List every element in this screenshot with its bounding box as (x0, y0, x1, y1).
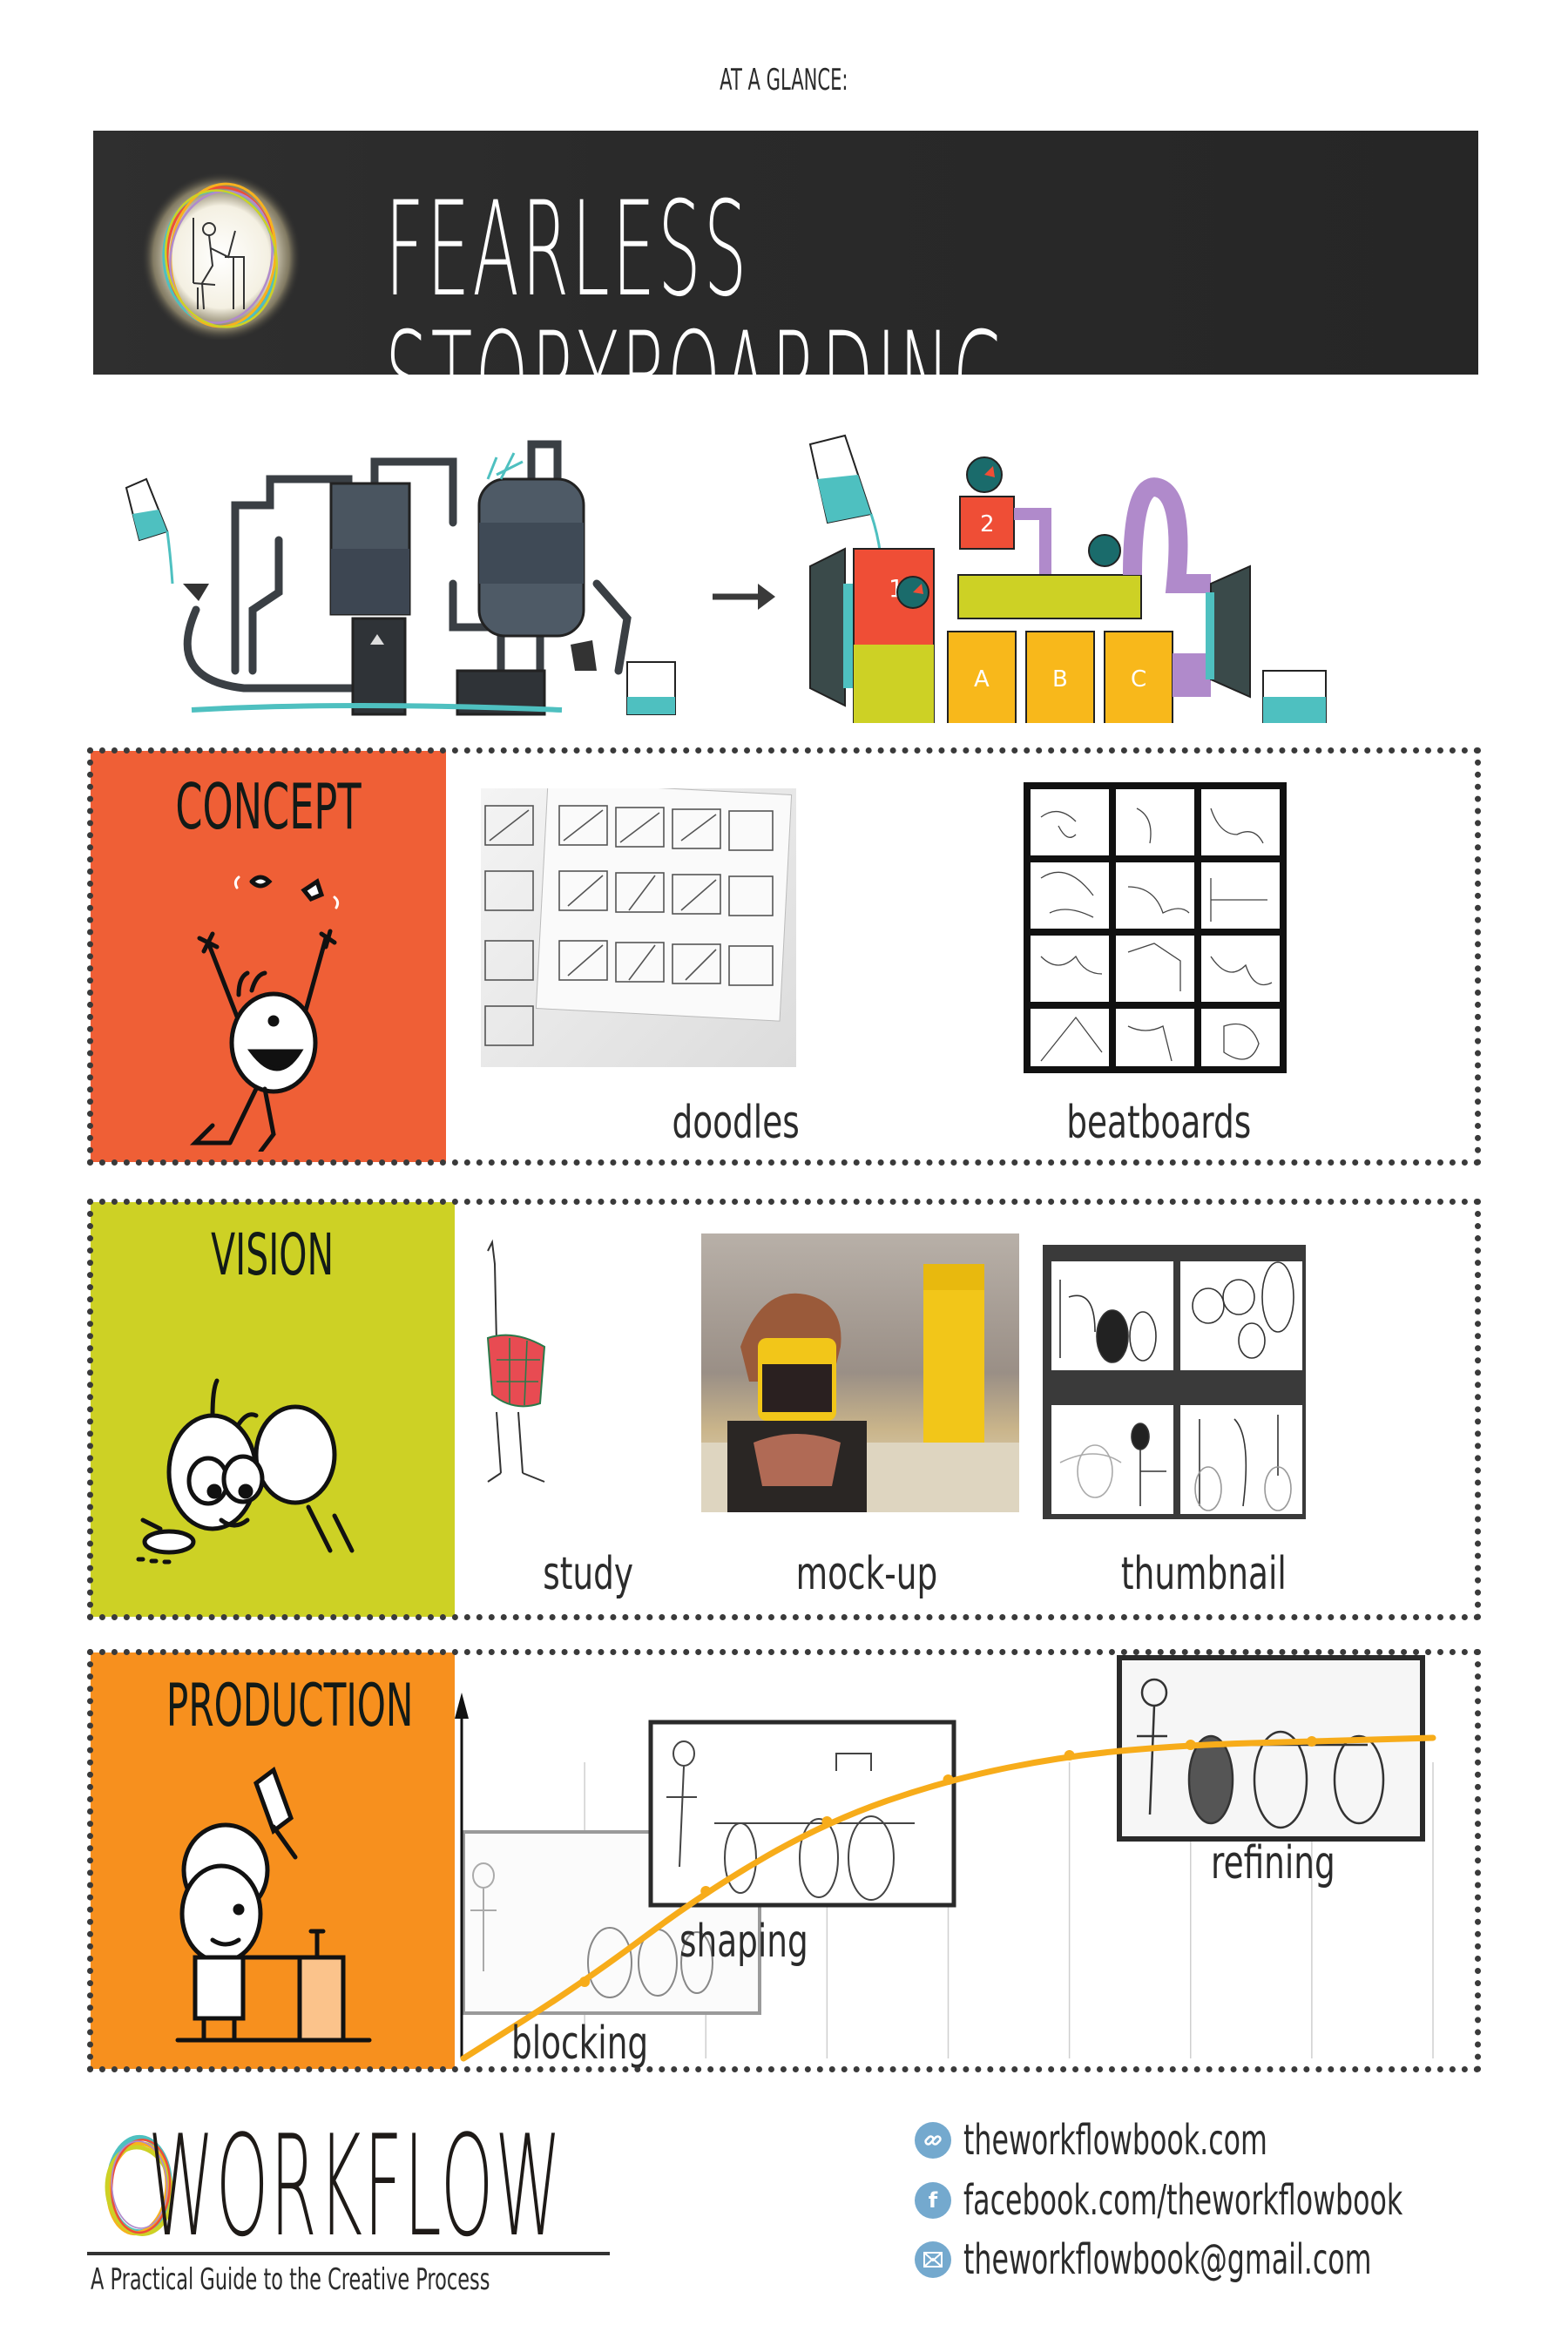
pouring-beaker-icon (808, 434, 883, 567)
stage-label-2: 2 (980, 511, 995, 537)
vision-dotted-frame (87, 1199, 1481, 1620)
website-link[interactable]: theworkflowbook.com (915, 2114, 1424, 2166)
svg-text:B: B (1052, 666, 1068, 693)
production-dotted-frame (87, 1649, 1481, 2072)
messy-machine-icon (125, 440, 676, 716)
website-text[interactable]: theworkflowbook.com (963, 2116, 1424, 2165)
facebook-icon: f (915, 2182, 951, 2219)
process-machines-illustration: 1 2 A B C (125, 434, 1327, 723)
vision-section: VISION study mock-up thumbnail (87, 1199, 1481, 1620)
production-section: PRODUCTION blocking shaping refining (87, 1649, 1481, 2072)
concept-section: CONCEPT doodles beatboards (87, 747, 1481, 1166)
bucket-icon (626, 661, 676, 715)
page-title: FEARLESS STORYBOARDING (385, 174, 1009, 456)
facebook-text[interactable]: facebook.com/theworkflowbook (963, 2176, 1568, 2225)
organized-machine-icon: 1 2 A B C (808, 434, 1327, 723)
eyebrow-heading: AT A GLANCE: (720, 63, 848, 98)
facebook-link[interactable]: f facebook.com/theworkflowbook (915, 2174, 1568, 2227)
arrow-right-icon (713, 584, 775, 610)
concept-dotted-frame (87, 747, 1481, 1166)
stage-boxes: A B C (947, 631, 1173, 723)
brand-divider (87, 2252, 610, 2255)
bucket-icon (1262, 670, 1327, 723)
mail-icon (915, 2241, 951, 2278)
pouring-beaker-icon (125, 477, 174, 585)
title-banner: FEARLESS STORYBOARDING (93, 131, 1478, 446)
email-link[interactable]: theworkflowbook@gmail.com (915, 2234, 1568, 2286)
svg-text:C: C (1131, 666, 1146, 693)
artist-at-desk-logo-icon (141, 172, 301, 340)
svg-text:A: A (974, 666, 990, 693)
email-text[interactable]: theworkflowbook@gmail.com (963, 2235, 1568, 2284)
workflow-brand: WORKFLOW (148, 2105, 564, 2268)
link-icon (915, 2122, 951, 2159)
brand-tagline: A Practical Guide to the Creative Proces… (91, 2262, 490, 2297)
